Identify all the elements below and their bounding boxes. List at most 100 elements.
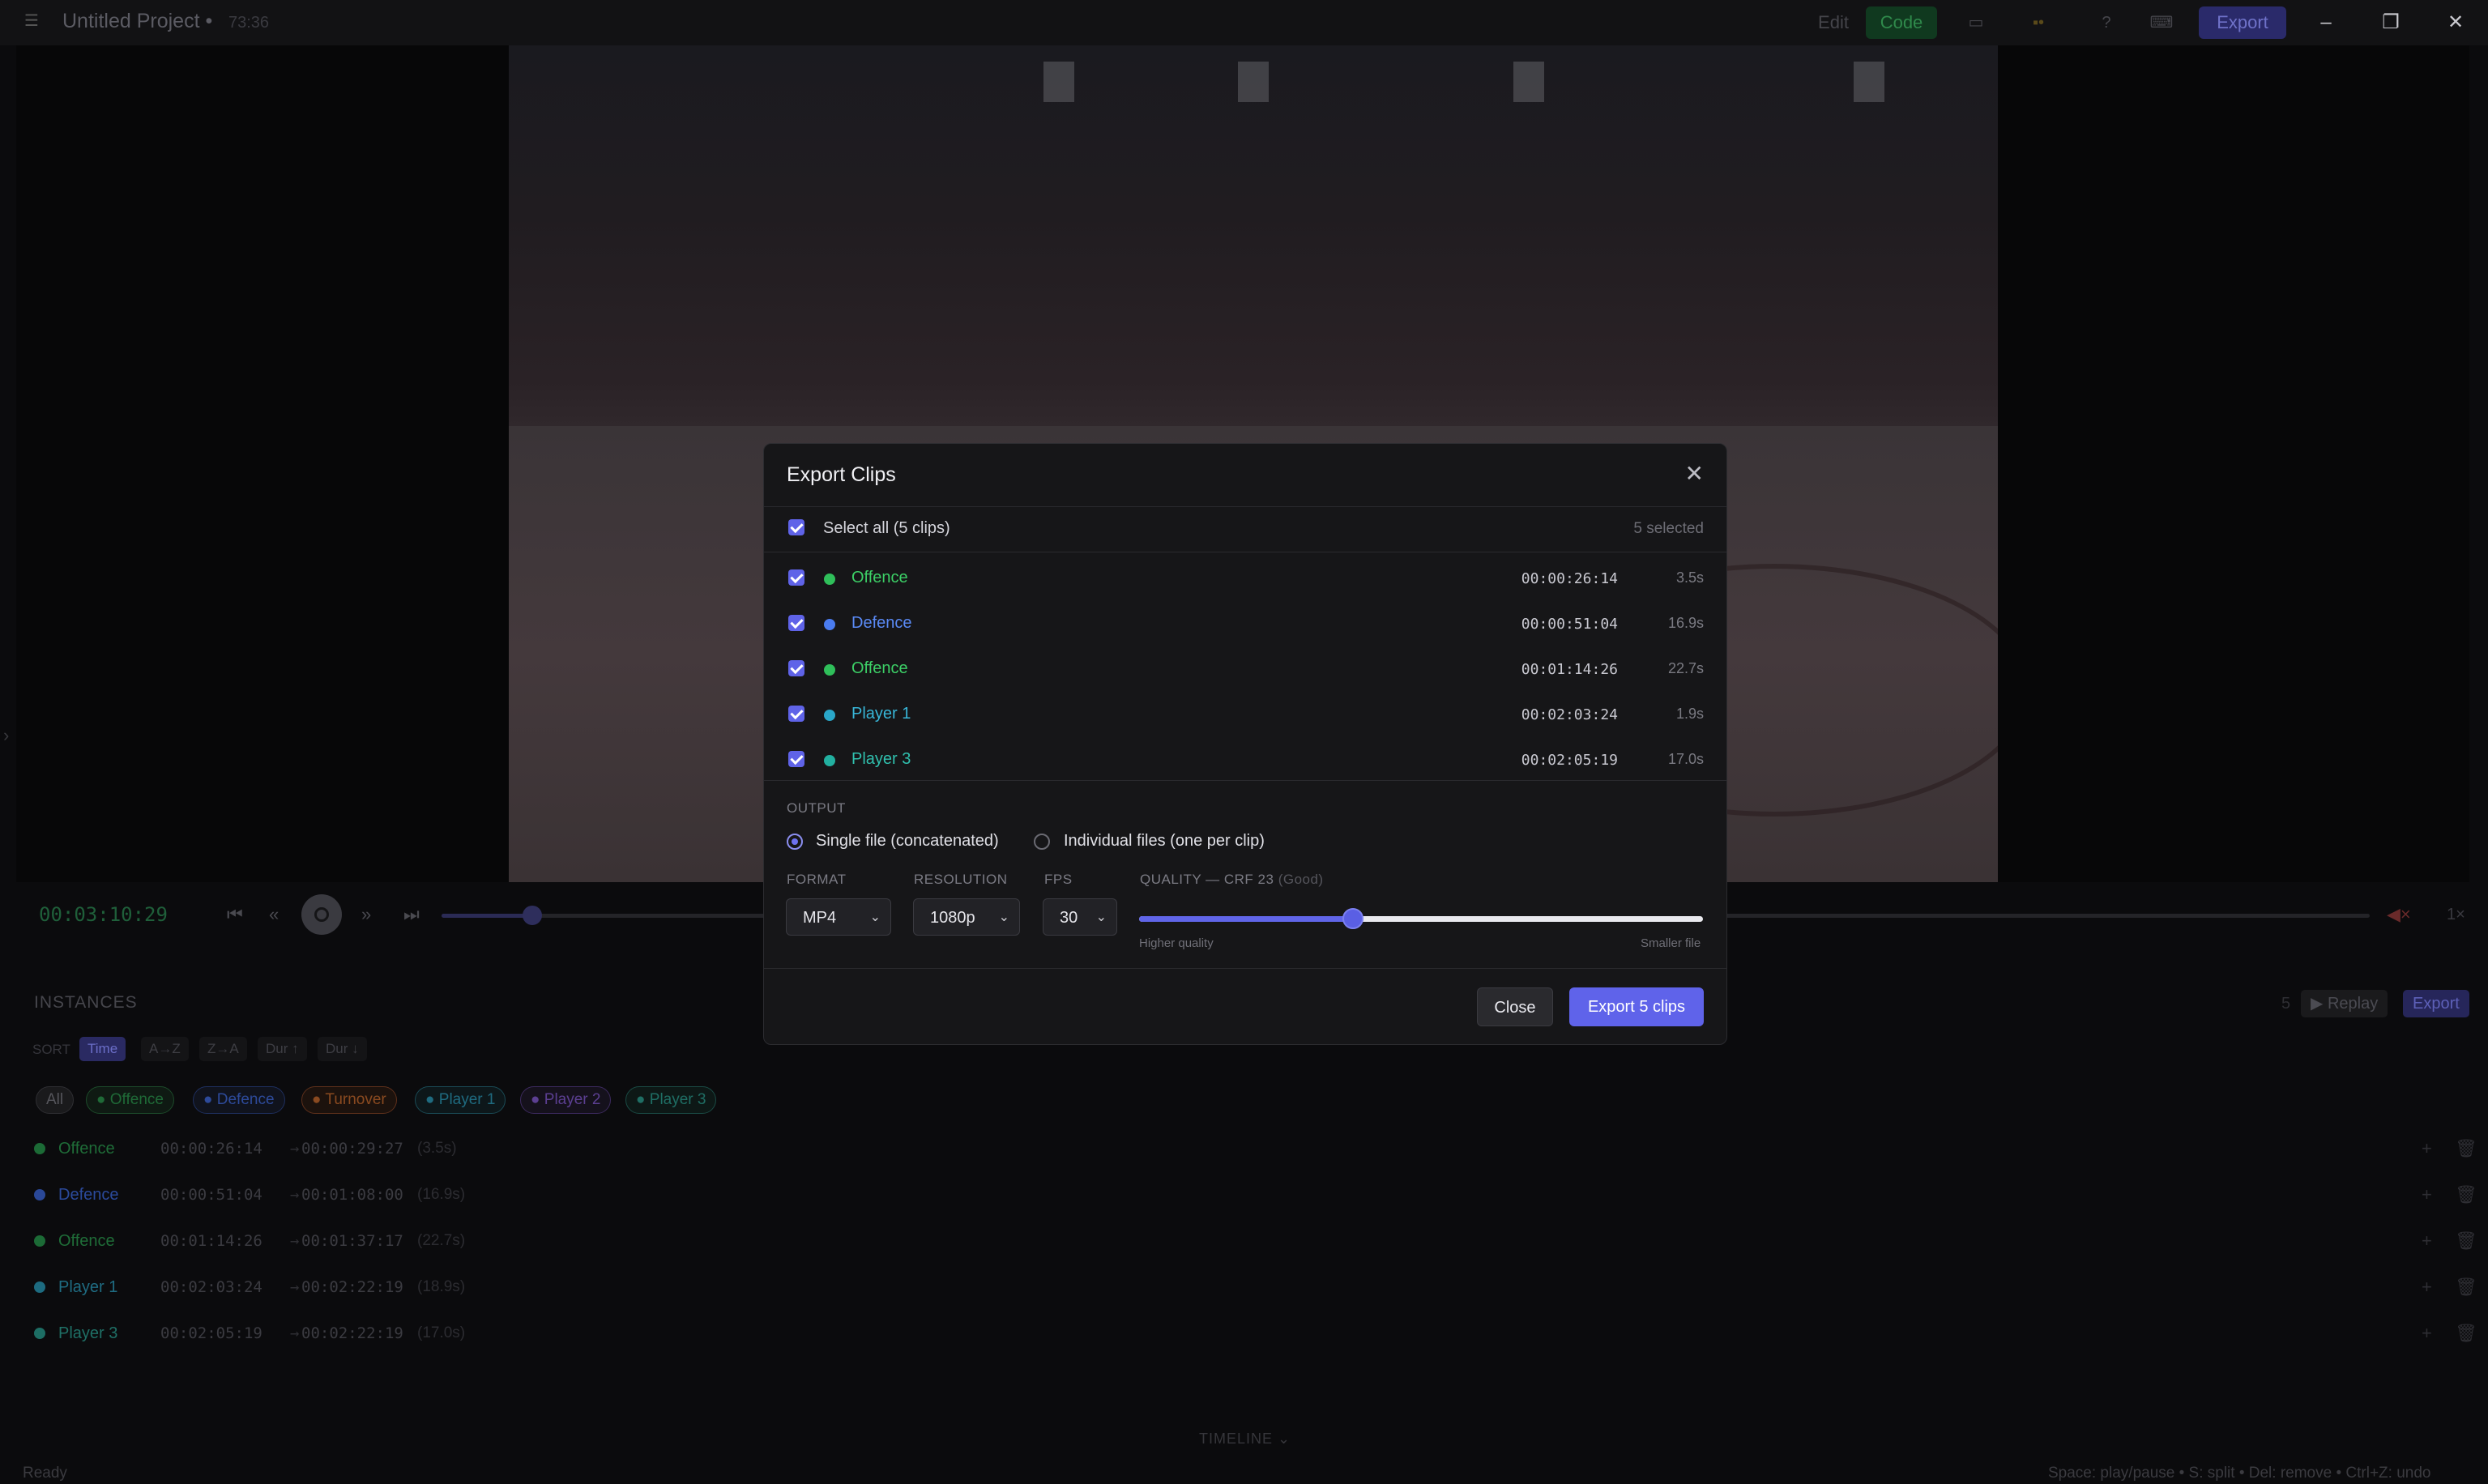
instance-name: Offence	[58, 1140, 115, 1158]
clip-duration: 17.0s	[1667, 751, 1704, 767]
instance-start: 00:02:05:19	[160, 1324, 262, 1342]
filter-player2-chip[interactable]: ● Player 2	[520, 1086, 612, 1114]
clip-row[interactable]: Player 1 00:02:03:24 1.9s	[764, 691, 1726, 736]
shortcut-hint: Space: play/pause • S: split • Del: remo…	[2048, 1465, 2431, 1482]
mute-icon[interactable]: ◀×	[2387, 904, 2411, 925]
tag-dot-icon	[824, 664, 835, 676]
filter-player3-chip[interactable]: ● Player 3	[625, 1086, 717, 1114]
instance-start: 00:00:51:04	[160, 1186, 262, 1204]
fps-select[interactable]: 30 ⌄	[1043, 898, 1117, 936]
instance-row[interactable]: Player 1 00:02:03:24 → 00:02:22:19 (18.9…	[34, 1271, 2477, 1303]
filter-offence-chip[interactable]: ● Offence	[86, 1086, 174, 1114]
format-select[interactable]: MP4 ⌄	[786, 898, 891, 936]
clip-checkbox[interactable]	[788, 660, 804, 676]
format-label: FORMAT	[787, 872, 847, 887]
clip-checkbox[interactable]	[788, 751, 804, 767]
menu-icon[interactable]: ☰	[24, 13, 42, 29]
divider	[764, 506, 1726, 507]
instance-row[interactable]: Offence 00:01:14:26 → 00:01:37:17 (22.7s…	[34, 1225, 2477, 1257]
clip-checkbox[interactable]	[788, 569, 804, 586]
timeline-toggle[interactable]: TIMELINE ⌄	[1199, 1431, 1291, 1448]
code-mode-button[interactable]: Code	[1866, 6, 1937, 39]
add-icon[interactable]: +	[2422, 1179, 2432, 1211]
skip-start-icon[interactable]: ⏮	[227, 904, 243, 925]
chevron-down-icon: ⌄	[998, 910, 1009, 924]
help-icon[interactable]: ?	[2090, 11, 2123, 34]
sort-az-button[interactable]: A→Z	[141, 1037, 189, 1061]
quality-slider[interactable]	[1139, 908, 1703, 929]
instance-name: Offence	[58, 1232, 115, 1250]
clip-row[interactable]: Player 3 00:02:05:19 17.0s	[764, 736, 1726, 782]
tag-dot-icon	[824, 755, 835, 766]
filter-turnover-chip[interactable]: ● Turnover	[301, 1086, 397, 1114]
instance-duration: (17.0s)	[417, 1324, 466, 1341]
individual-files-label[interactable]: Individual files (one per clip)	[1064, 832, 1265, 851]
sort-dur-desc-button[interactable]: Dur ↓	[318, 1037, 367, 1061]
maximize-icon[interactable]: ❐	[2358, 0, 2423, 45]
chip-label: Defence	[216, 1091, 275, 1108]
filter-player1-chip[interactable]: ● Player 1	[415, 1086, 506, 1114]
tag-dot-icon	[824, 710, 835, 721]
tag-dot-icon	[824, 574, 835, 585]
export-clips-button[interactable]: Export 5 clips	[1569, 987, 1704, 1026]
add-icon[interactable]: +	[2422, 1132, 2432, 1165]
export-button[interactable]: Export	[2199, 6, 2286, 39]
trash-icon[interactable]: 🗑	[2455, 1271, 2477, 1303]
playback-speed[interactable]: 1×	[2447, 906, 2465, 924]
trash-icon[interactable]: 🗑	[2455, 1225, 2477, 1257]
filter-defence-chip[interactable]: ● Defence	[193, 1086, 285, 1114]
arrow-icon: →	[290, 1232, 300, 1250]
clip-row[interactable]: Offence 00:01:14:26 22.7s	[764, 646, 1726, 691]
add-icon[interactable]: +	[2422, 1225, 2432, 1257]
edit-mode-button[interactable]: Edit	[1805, 6, 1862, 39]
single-file-radio[interactable]	[787, 834, 803, 850]
sort-time-button[interactable]: Time	[79, 1037, 126, 1061]
arrow-icon: →	[290, 1278, 300, 1296]
scrubber-handle[interactable]	[522, 906, 542, 925]
banner-graphic	[1238, 62, 1269, 102]
step-back-icon[interactable]: «	[269, 904, 279, 925]
select-all-checkbox[interactable]	[788, 519, 804, 535]
instance-row[interactable]: Offence 00:00:26:14 → 00:00:29:27 (3.5s)…	[34, 1132, 2477, 1165]
clip-timecode: 00:02:03:24	[1521, 706, 1618, 723]
close-window-icon[interactable]: ✕	[2423, 0, 2488, 45]
instances-export-button[interactable]: Export	[2403, 990, 2469, 1017]
single-file-label[interactable]: Single file (concatenated)	[816, 832, 999, 851]
dialog-title: Export Clips	[787, 463, 896, 486]
save-icon[interactable]: ▪•	[2022, 11, 2055, 34]
folder-icon[interactable]: ▭	[1960, 11, 1992, 34]
keyboard-icon[interactable]: ⌨	[2145, 11, 2178, 34]
replay-button[interactable]: ▶ Replay	[2301, 990, 2388, 1017]
clip-name: Offence	[851, 569, 908, 586]
clip-row[interactable]: Offence 00:00:26:14 3.5s	[764, 555, 1726, 600]
title-bar: ☰ Untitled Project • 73:36 Edit Code ▭ ▪…	[0, 0, 2488, 45]
add-icon[interactable]: +	[2422, 1271, 2432, 1303]
clip-row[interactable]: Defence 00:00:51:04 16.9s	[764, 600, 1726, 646]
trash-icon[interactable]: 🗑	[2455, 1179, 2477, 1211]
tag-dot-icon	[824, 619, 835, 630]
clip-checkbox[interactable]	[788, 615, 804, 631]
skip-end-icon[interactable]: ⏭	[403, 904, 420, 925]
step-forward-icon[interactable]: »	[361, 904, 371, 925]
instance-row[interactable]: Defence 00:00:51:04 → 00:01:08:00 (16.9s…	[34, 1179, 2477, 1211]
minimize-icon[interactable]: –	[2294, 0, 2358, 45]
instance-row[interactable]: Player 3 00:02:05:19 → 00:02:22:19 (17.0…	[34, 1317, 2477, 1350]
clip-name: Defence	[851, 614, 912, 632]
trash-icon[interactable]: 🗑	[2455, 1317, 2477, 1350]
clip-timecode: 00:01:14:26	[1521, 661, 1618, 678]
individual-files-radio[interactable]	[1034, 834, 1050, 850]
add-icon[interactable]: +	[2422, 1317, 2432, 1350]
resolution-select[interactable]: 1080p ⌄	[913, 898, 1020, 936]
sort-dur-asc-button[interactable]: Dur ↑	[258, 1037, 307, 1061]
close-icon[interactable]: ✕	[1685, 460, 1704, 487]
chevron-down-icon: ⌄	[869, 910, 881, 924]
expand-left-icon[interactable]: ›	[3, 725, 9, 746]
filter-all-chip[interactable]: All	[36, 1086, 75, 1114]
clip-checkbox[interactable]	[788, 706, 804, 722]
sort-za-button[interactable]: Z→A	[199, 1037, 247, 1061]
trash-icon[interactable]: 🗑	[2455, 1132, 2477, 1165]
instance-duration: (18.9s)	[417, 1278, 466, 1295]
close-button[interactable]: Close	[1477, 987, 1553, 1026]
play-button[interactable]	[301, 894, 342, 935]
quality-slider-fill	[1139, 916, 1354, 922]
